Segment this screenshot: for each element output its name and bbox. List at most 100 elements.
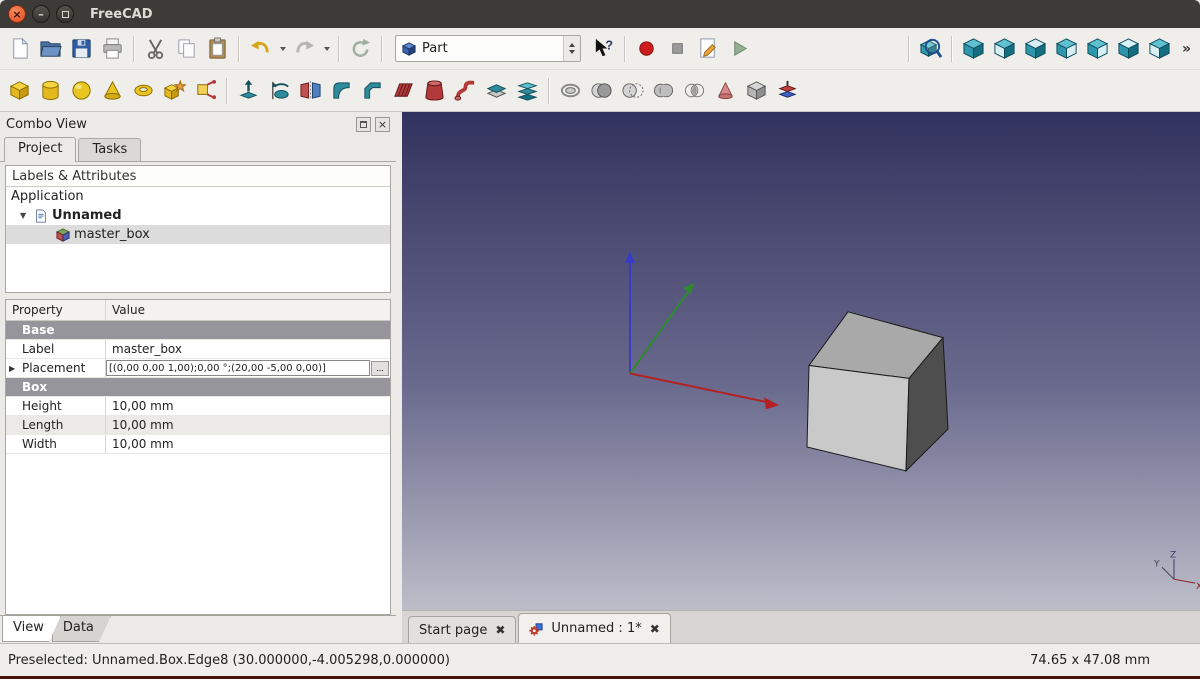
- fillet-button[interactable]: [327, 76, 356, 106]
- property-row-label[interactable]: Label master_box: [6, 340, 390, 359]
- property-value[interactable]: [(0,00 0,00 1,00);0,00 °;(20,00 -5,00 0,…: [106, 359, 390, 377]
- open-folder-icon: [39, 37, 62, 60]
- macro-record-button[interactable]: [632, 34, 661, 64]
- sphere-icon: [70, 79, 93, 102]
- part-toolbar: [0, 70, 1200, 112]
- ruled-surface-button[interactable]: [389, 76, 418, 106]
- window-maximize-button[interactable]: [56, 5, 74, 23]
- float-panel-button[interactable]: [356, 117, 371, 132]
- cylinder-icon: [39, 79, 62, 102]
- boolean-common-button[interactable]: [680, 76, 709, 106]
- placement-edit-button[interactable]: ...: [371, 361, 389, 376]
- combo-bottom-tabs: View Data: [0, 615, 396, 643]
- tab-unnamed-document[interactable]: Unnamed : 1* ✖: [518, 613, 670, 643]
- rear-view-icon: [1086, 37, 1109, 60]
- placement-value[interactable]: [(0,00 0,00 1,00);0,00 °;(20,00 -5,00 0,…: [107, 363, 369, 374]
- rear-view-button[interactable]: [1083, 34, 1112, 64]
- new-document-button[interactable]: [5, 34, 34, 64]
- torus-button[interactable]: [129, 76, 158, 106]
- undo-dropdown-button[interactable]: [277, 34, 288, 64]
- section-button[interactable]: [482, 76, 511, 106]
- boolean-button[interactable]: [587, 76, 616, 106]
- tree-label: Unnamed: [52, 208, 122, 223]
- property-name: Label: [6, 340, 106, 358]
- property-row-length[interactable]: Length 10,00 mm: [6, 416, 390, 435]
- workbench-spinner[interactable]: [563, 36, 580, 61]
- macro-play-button[interactable]: [725, 34, 754, 64]
- property-value[interactable]: 10,00 mm: [106, 416, 390, 434]
- close-icon: ×: [12, 9, 21, 20]
- tab-start-page[interactable]: Start page ✖: [408, 616, 516, 643]
- boolean-union-button[interactable]: [649, 76, 678, 106]
- print-button[interactable]: [98, 34, 127, 64]
- tab-project[interactable]: Project: [4, 137, 76, 162]
- redo-icon: [293, 37, 316, 60]
- window-minimize-button[interactable]: –: [32, 5, 50, 23]
- front-view-button[interactable]: [990, 34, 1019, 64]
- macro-edit-button[interactable]: [694, 34, 723, 64]
- property-value[interactable]: master_box: [106, 340, 390, 358]
- save-button[interactable]: [67, 34, 96, 64]
- axonometric-view-button[interactable]: [959, 34, 988, 64]
- whats-this-button[interactable]: ?: [589, 34, 618, 64]
- property-value[interactable]: 10,00 mm: [106, 435, 390, 453]
- sweep-button[interactable]: [451, 76, 480, 106]
- tree-item-application[interactable]: Application: [6, 187, 390, 206]
- section-cut-button[interactable]: [773, 76, 802, 106]
- right-view-button[interactable]: [1052, 34, 1081, 64]
- defeaturing-button[interactable]: [711, 76, 740, 106]
- left-view-button[interactable]: [1145, 34, 1174, 64]
- property-group-base: Base: [6, 321, 390, 340]
- redo-dropdown-button[interactable]: [321, 34, 332, 64]
- tab-data[interactable]: Data: [52, 616, 111, 642]
- extrude-button[interactable]: [234, 76, 263, 106]
- copy-button[interactable]: [172, 34, 201, 64]
- cylinder-button[interactable]: [36, 76, 65, 106]
- toolbar-overflow-button[interactable]: »: [1178, 41, 1195, 57]
- bottom-view-button[interactable]: [1114, 34, 1143, 64]
- expand-arrow-icon[interactable]: ▶: [9, 364, 15, 373]
- close-tab-icon[interactable]: ✖: [495, 623, 505, 637]
- cone-button[interactable]: [98, 76, 127, 106]
- collapse-arrow-icon[interactable]: ▼: [20, 211, 30, 220]
- tree-item-unnamed[interactable]: ▼ Unnamed: [6, 206, 390, 225]
- chamfer-button[interactable]: [358, 76, 387, 106]
- compound-button[interactable]: [742, 76, 771, 106]
- tab-tasks[interactable]: Tasks: [78, 138, 141, 161]
- mirror-button[interactable]: [296, 76, 325, 106]
- box-button[interactable]: [5, 76, 34, 106]
- boolean-cut-button[interactable]: [618, 76, 647, 106]
- cut-icon: [144, 37, 167, 60]
- 3d-scene[interactable]: Z Y X: [402, 112, 1200, 610]
- shape-builder-button[interactable]: [191, 76, 220, 106]
- redo-button[interactable]: [290, 34, 319, 64]
- property-value[interactable]: 10,00 mm: [106, 397, 390, 415]
- paste-button[interactable]: [203, 34, 232, 64]
- titlebar[interactable]: × – FreeCAD: [0, 0, 1200, 28]
- 3d-viewport[interactable]: Z Y X: [402, 112, 1200, 610]
- property-row-width[interactable]: Width 10,00 mm: [6, 435, 390, 454]
- top-view-button[interactable]: [1021, 34, 1050, 64]
- property-name: ▶ Placement: [6, 359, 106, 377]
- cut-button[interactable]: [141, 34, 170, 64]
- box-solid[interactable]: [807, 312, 948, 471]
- refresh-button[interactable]: [346, 34, 375, 64]
- loft-button[interactable]: [420, 76, 449, 106]
- cross-sections-button[interactable]: [513, 76, 542, 106]
- workbench-selector[interactable]: Part: [395, 35, 581, 62]
- sphere-button[interactable]: [67, 76, 96, 106]
- fit-all-button[interactable]: [916, 34, 945, 64]
- revolve-button[interactable]: [265, 76, 294, 106]
- property-row-height[interactable]: Height 10,00 mm: [6, 397, 390, 416]
- undo-button[interactable]: [246, 34, 275, 64]
- window-close-button[interactable]: ×: [8, 5, 26, 23]
- tree-item-master-box[interactable]: master_box: [6, 225, 390, 244]
- property-row-placement[interactable]: ▶ Placement [(0,00 0,00 1,00);0,00 °;(20…: [6, 359, 390, 378]
- compound-icon: [745, 79, 768, 102]
- primitives-button[interactable]: [160, 76, 189, 106]
- close-panel-button[interactable]: ×: [375, 117, 390, 132]
- offset-button[interactable]: [556, 76, 585, 106]
- close-tab-icon[interactable]: ✖: [650, 622, 660, 636]
- macro-stop-button[interactable]: [663, 34, 692, 64]
- open-document-button[interactable]: [36, 34, 65, 64]
